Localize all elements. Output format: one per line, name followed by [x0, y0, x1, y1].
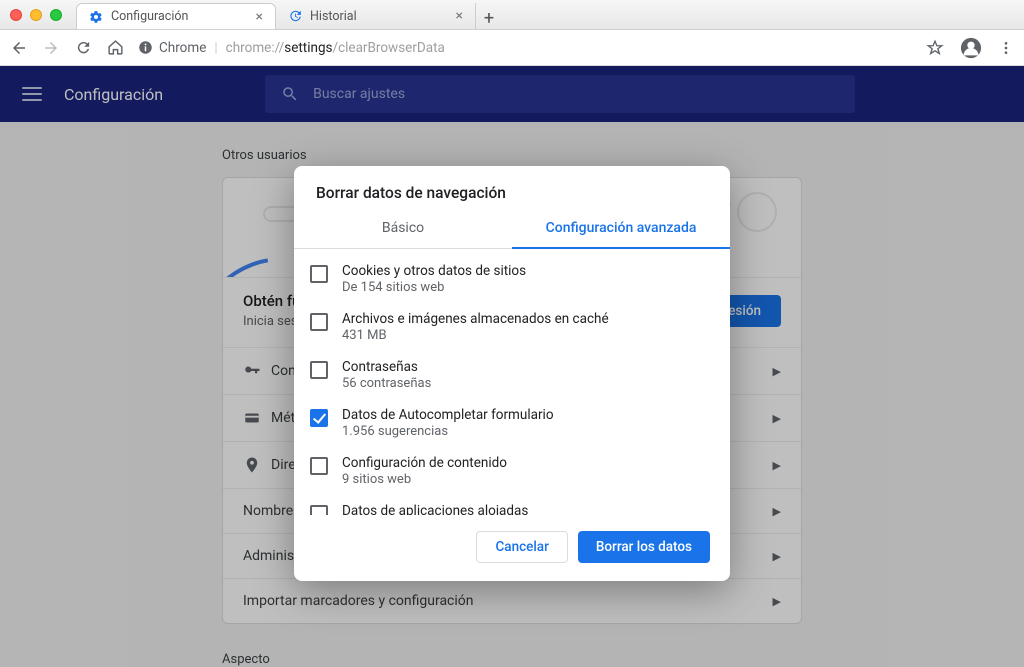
traffic-lights	[10, 9, 62, 21]
clear-data-dialog: Borrar datos de navegación Básico Config…	[294, 166, 730, 581]
window-titlebar: Configuración × Historial × +	[0, 0, 1024, 30]
checkbox[interactable]	[310, 457, 328, 475]
tab-advanced[interactable]: Configuración avanzada	[512, 208, 730, 249]
address-bar[interactable]: Chrome | chrome://settings/clearBrowserD…	[138, 40, 912, 56]
checkbox[interactable]	[310, 265, 328, 283]
tab-label: Historial	[310, 9, 357, 24]
option-title: Datos de Autocompletar formulario	[342, 407, 554, 423]
clear-data-button[interactable]: Borrar los datos	[578, 531, 710, 563]
cancel-button[interactable]: Cancelar	[476, 531, 567, 563]
checkbox[interactable]	[310, 313, 328, 331]
option-title: Datos de aplicaciones alojadas	[342, 503, 673, 515]
dialog-title: Borrar datos de navegación	[294, 166, 730, 208]
checkbox[interactable]	[310, 409, 328, 427]
forward-button[interactable]	[42, 39, 60, 57]
option-subtitle: 1.956 sugerencias	[342, 424, 554, 439]
close-tab-icon[interactable]: ×	[256, 9, 263, 25]
url-text: chrome://settings/clearBrowserData	[226, 40, 445, 56]
option-subtitle: De 154 sitios web	[342, 280, 526, 295]
close-window-button[interactable]	[10, 9, 22, 21]
dialog-option[interactable]: Cookies y otros datos de sitiosDe 154 si…	[294, 255, 730, 303]
site-info-button[interactable]: Chrome	[138, 40, 206, 56]
checkbox[interactable]	[310, 361, 328, 379]
checkbox[interactable]	[310, 505, 328, 515]
bookmark-star-icon[interactable]	[926, 39, 944, 57]
dialog-option[interactable]: Archivos e imágenes almacenados en caché…	[294, 303, 730, 351]
minimize-window-button[interactable]	[30, 9, 42, 21]
new-tab-button[interactable]: +	[476, 8, 502, 29]
kebab-menu-icon[interactable]	[998, 40, 1014, 56]
reload-button[interactable]	[74, 39, 92, 57]
tab-settings[interactable]: Configuración ×	[76, 3, 276, 29]
profile-avatar-icon[interactable]	[960, 37, 982, 59]
dialog-options-list: Cookies y otros datos de sitiosDe 154 si…	[294, 249, 730, 515]
option-subtitle: 56 contraseñas	[342, 376, 431, 391]
browser-toolbar: Chrome | chrome://settings/clearBrowserD…	[0, 30, 1024, 66]
home-button[interactable]	[106, 39, 124, 57]
dialog-option[interactable]: Datos de Autocompletar formulario1.956 s…	[294, 399, 730, 447]
dialog-option[interactable]: Contraseñas56 contraseñas	[294, 351, 730, 399]
history-icon	[288, 9, 302, 23]
dialog-option[interactable]: Configuración de contenido9 sitios web	[294, 447, 730, 495]
option-title: Cookies y otros datos de sitios	[342, 263, 526, 279]
secure-label: Chrome	[159, 40, 206, 56]
option-title: Archivos e imágenes almacenados en caché	[342, 311, 609, 327]
option-title: Contraseñas	[342, 359, 431, 375]
option-title: Configuración de contenido	[342, 455, 507, 471]
dialog-tabs: Básico Configuración avanzada	[294, 208, 730, 249]
option-subtitle: 9 sitios web	[342, 472, 507, 487]
gear-icon	[89, 10, 103, 24]
maximize-window-button[interactable]	[50, 9, 62, 21]
browser-tabs: Configuración × Historial × +	[76, 0, 1014, 29]
option-subtitle: 431 MB	[342, 328, 609, 343]
tab-basic[interactable]: Básico	[294, 208, 512, 249]
tab-label: Configuración	[111, 9, 188, 24]
dialog-option[interactable]: Datos de aplicaciones alojadas8 aplicaci…	[294, 495, 730, 515]
tab-history[interactable]: Historial ×	[276, 3, 476, 29]
close-tab-icon[interactable]: ×	[456, 8, 463, 24]
back-button[interactable]	[10, 39, 28, 57]
